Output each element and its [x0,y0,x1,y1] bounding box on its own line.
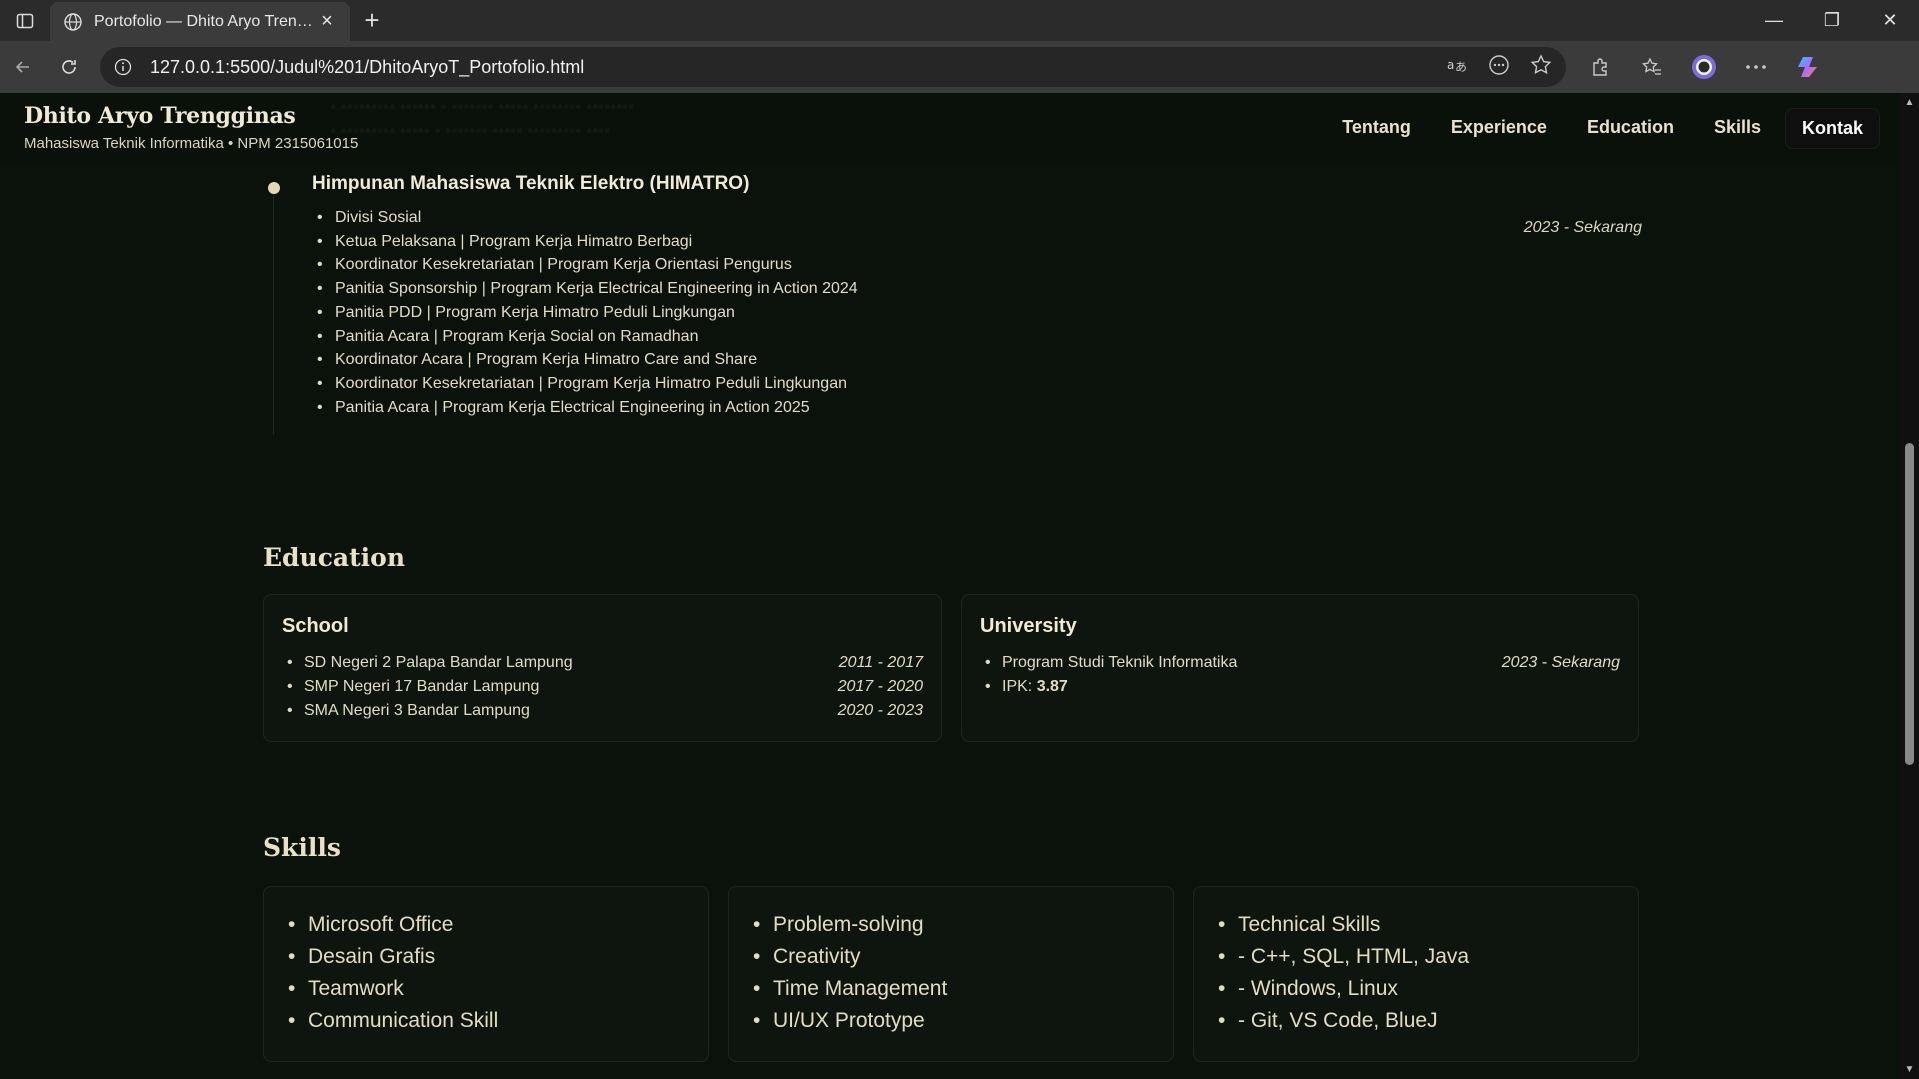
skills-title: Skills [263,833,341,862]
list-item: Panitia PDD | Program Kerja Himatro Pedu… [335,301,858,325]
list-item: Ketua Pelaksana | Program Kerja Himatro … [335,230,858,254]
list-item: Koordinator Kesekretariatan | Program Ke… [335,253,858,277]
list-item: Divisi Sosial [335,206,858,230]
list-item: Panitia Acara | Program Kerja Social on … [335,325,858,349]
svg-text:a: a [1447,58,1454,72]
list-item: Time Management [753,973,947,1005]
list-item: Panitia Sponsorship | Program Kerja Elec… [335,277,858,301]
page-scrollbar[interactable]: ▲ ▼ [1900,93,1919,1079]
reading-mode-icon[interactable] [1488,54,1510,81]
star-icon[interactable] [1530,53,1552,81]
close-icon[interactable]: × [316,10,338,33]
profile-avatar[interactable] [1678,47,1730,87]
skill-list: Problem-solving Creativity Time Manageme… [753,909,947,1037]
list-item: Communication Skill [288,1005,498,1037]
list-item: - C++, SQL, HTML, Java [1218,941,1469,973]
address-bar[interactable]: 127.0.0.1:5500/Judul%201/DhitoAryoT_Port… [100,47,1566,87]
school-list: SD Negeri 2 Palapa Bandar Lampung2011 - … [287,651,923,723]
list-item: - Git, VS Code, BlueJ [1218,1005,1469,1037]
skills-card-2: Problem-solving Creativity Time Manageme… [728,886,1174,1062]
scrollbar-thumb[interactable] [1905,443,1914,765]
globe-icon [62,11,84,33]
scroll-up-icon[interactable]: ▲ [1900,97,1919,108]
browser-tab-bar: Portofolio — Dhito Aryo Trengginas × + —… [0,0,1919,41]
new-tab-button[interactable]: + [350,1,394,40]
org-title: Himpunan Mahasiswa Teknik Elektro (HIMAT… [312,173,750,194]
list-item: Creativity [753,941,947,973]
svg-text:あ: あ [1455,60,1467,74]
extensions-icon[interactable] [1574,47,1626,87]
nav-experience[interactable]: Experience [1435,108,1563,149]
timeline-line [273,195,274,435]
window-controls: — ❐ ✕ [1745,0,1919,41]
school-card: School SD Negeri 2 Palapa Bandar Lampung… [263,594,942,742]
main-nav: Tentang Experience Education Skills Kont… [1326,108,1880,149]
info-icon[interactable] [114,58,136,76]
skill-list: Technical Skills - C++, SQL, HTML, Java … [1218,909,1469,1037]
nav-kontak[interactable]: Kontak [1784,108,1880,149]
list-item: Technical Skills [1218,909,1469,941]
brand[interactable]: Dhito Aryo Trengginas Mahasiswa Teknik I… [24,103,358,152]
tab-title: Portofolio — Dhito Aryo Trengginas [94,12,316,30]
list-item: Teamwork [288,973,498,1005]
list-item: Koordinator Acara | Program Kerja Himatr… [335,348,858,372]
list-item: SMP Negeri 17 Bandar Lampung2017 - 2020 [287,675,923,699]
page-viewport: ▪ ▪▪▪▪▪▪▪▪▪ ▪▪▪▪▪▪ ▪ ▪▪▪▪▪▪▪ ▪▪▪▪▪ ▪▪▪▪▪… [0,93,1900,1079]
list-item: - Windows, Linux [1218,973,1469,1005]
browser-tab[interactable]: Portofolio — Dhito Aryo Trengginas × [50,2,350,41]
restore-icon[interactable]: ❐ [1803,0,1861,41]
list-item: Problem-solving [753,909,947,941]
more-icon[interactable] [1730,47,1782,87]
brand-subtitle: Mahasiswa Teknik Informatika • NPM 23150… [24,135,359,152]
list-item: Desain Grafis [288,941,498,973]
nav-tentang[interactable]: Tentang [1326,108,1427,149]
list-item: SD Negeri 2 Palapa Bandar Lampung2011 - … [287,651,923,675]
list-item: Panitia Acara | Program Kerja Electrical… [335,396,858,420]
browser-toolbar: 127.0.0.1:5500/Judul%201/DhitoAryoT_Port… [0,41,1919,93]
org-period: 2023 - Sekarang [1523,219,1642,236]
list-item: IPK: 3.87 [985,675,1620,699]
skills-card-3: Technical Skills - C++, SQL, HTML, Java … [1193,886,1639,1062]
refresh-icon[interactable] [46,47,92,87]
school-heading: School [282,615,349,637]
list-item: Microsoft Office [288,909,498,941]
list-item: Program Studi Teknik Informatika2023 - S… [985,651,1620,675]
favorites-icon[interactable] [1626,47,1678,87]
copilot-icon[interactable] [1782,47,1834,87]
skills-card-1: Microsoft Office Desain Grafis Teamwork … [263,886,709,1062]
list-item: Koordinator Kesekretariatan | Program Ke… [335,372,858,396]
timeline-dot [268,182,280,194]
org-role-list: Divisi Sosial Ketua Pelaksana | Program … [335,206,858,419]
sidebar-toggle-icon[interactable] [0,0,50,41]
nav-education[interactable]: Education [1571,108,1690,149]
nav-skills[interactable]: Skills [1698,108,1777,149]
university-heading: University [980,615,1077,637]
window-close-icon[interactable]: ✕ [1861,0,1919,41]
url-text: 127.0.0.1:5500/Judul%201/DhitoAryoT_Port… [150,56,585,77]
list-item: UI/UX Prototype [753,1005,947,1037]
minimize-icon[interactable]: — [1745,0,1803,41]
skill-list: Microsoft Office Desain Grafis Teamwork … [288,909,498,1037]
brand-name: Dhito Aryo Trengginas [24,103,296,129]
back-icon[interactable] [0,47,46,87]
translate-icon[interactable]: aあ [1446,55,1468,80]
university-list: Program Studi Teknik Informatika2023 - S… [985,651,1620,699]
education-title: Education [263,543,406,572]
scroll-down-icon[interactable]: ▼ [1900,1064,1919,1075]
university-card: University Program Studi Teknik Informat… [961,594,1639,742]
site-header: Dhito Aryo Trengginas Mahasiswa Teknik I… [0,93,1900,165]
list-item: SMA Negeri 3 Bandar Lampung2020 - 2023 [287,699,923,723]
